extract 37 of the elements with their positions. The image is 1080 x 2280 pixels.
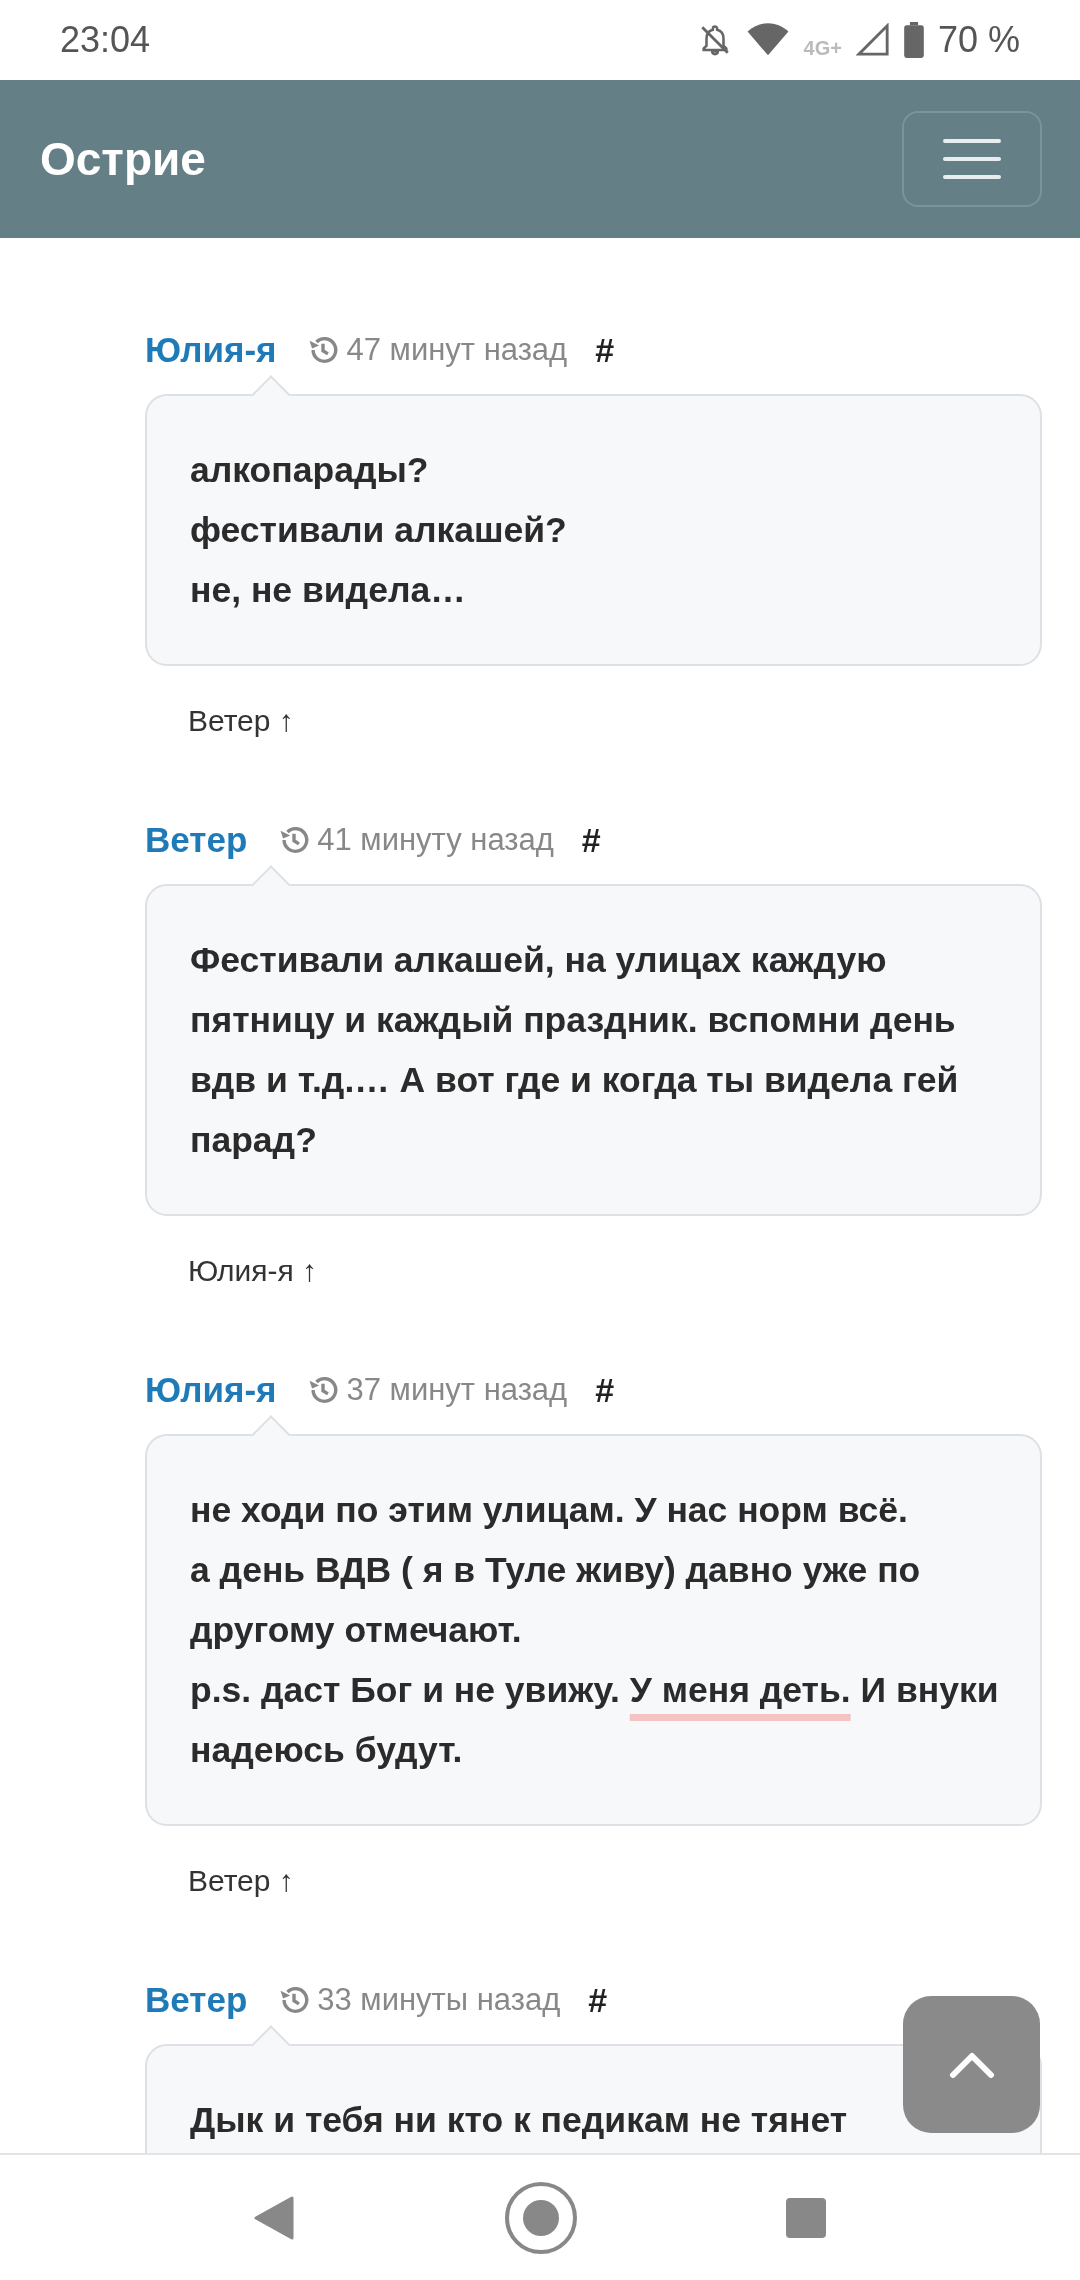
comment-time: 33 минуты назад (317, 1982, 561, 2018)
comment-time: 47 минут назад (346, 332, 568, 368)
comment-author[interactable]: Ветер (145, 820, 248, 860)
comment-anchor-link[interactable]: # (581, 820, 601, 860)
reply-to-link[interactable]: Ветер ↑ (188, 1864, 294, 1898)
reply-to-link[interactable]: Юлия-я ↑ (188, 1254, 318, 1288)
menu-button[interactable] (902, 111, 1042, 207)
app-title[interactable]: Острие (40, 132, 206, 186)
comment-time: 37 минут назад (346, 1372, 568, 1408)
comment-author[interactable]: Юлия-я (145, 330, 277, 370)
chevron-up-icon (948, 2050, 995, 2079)
comment-text: не ходи по этим улицам. У нас норм всё. (190, 1489, 909, 1532)
signal-icon (855, 23, 890, 57)
comment-text: а день ВДВ ( я в Туле живу) давно уже по другому отмечают. (190, 1549, 922, 1652)
comment-text: Дык и тебя ни кто к педикам не тянет (190, 2099, 849, 2142)
comment-time: 41 минуту назад (317, 822, 554, 858)
status-time: 23:04 (60, 19, 151, 61)
comment-text: фестивали алкашей? (190, 509, 568, 552)
reply-to-link[interactable]: Ветер ↑ (188, 704, 294, 738)
comment-anchor-link[interactable]: # (588, 1980, 608, 2020)
comment-text: алкопарады? (190, 449, 430, 492)
home-icon[interactable] (504, 2180, 578, 2255)
recents-icon[interactable] (786, 2197, 826, 2238)
network-label: 4G+ (803, 37, 842, 60)
comment-text: Фестивали алкашей, на улицах каждую пятницу и каждый праздник. вспомни день вдв и т.д.… А вот где и когда ты видела гей парад? (190, 939, 960, 1162)
comment-text: p.s. даст Бог и не увижу. У меня деть. И внуки надеюсь будут. (190, 1669, 1000, 1772)
battery-icon (903, 22, 924, 58)
comment-anchor-link[interactable]: # (595, 330, 615, 370)
back-icon[interactable] (254, 2195, 296, 2240)
wifi-icon (745, 23, 790, 57)
battery-level: 70 % (937, 19, 1020, 61)
comment-author[interactable]: Ветер (145, 1980, 248, 2020)
scroll-top-button[interactable] (903, 1996, 1040, 2133)
menu-icon (942, 137, 1002, 181)
comment-text: не, не видела… (190, 569, 467, 612)
comment-author[interactable]: Юлия-я (145, 1370, 277, 1410)
comment-anchor-link[interactable]: # (595, 1370, 615, 1410)
